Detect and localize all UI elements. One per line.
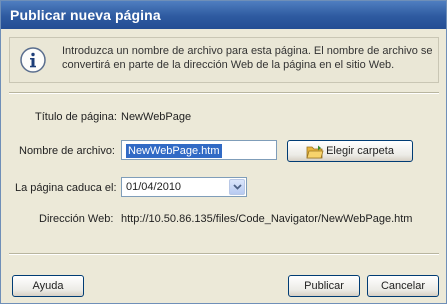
filename-label: Nombre de archivo: bbox=[19, 145, 115, 157]
expires-date-select[interactable]: 01/04/2010 bbox=[121, 177, 247, 197]
publish-label: Publicar bbox=[304, 280, 344, 292]
expires-label: La página caduca el: bbox=[15, 182, 117, 194]
web-address-value: http://10.50.86.135/files/Code_Navigator… bbox=[121, 213, 413, 225]
folder-icon bbox=[306, 145, 324, 158]
publish-button[interactable]: Publicar bbox=[288, 275, 360, 297]
choose-folder-label: Elegir carpeta bbox=[326, 145, 394, 157]
chevron-down-icon bbox=[232, 184, 242, 190]
cancel-button[interactable]: Cancelar bbox=[367, 275, 439, 297]
info-panel: Introduzca un nombre de archivo para est… bbox=[9, 37, 439, 83]
choose-folder-button[interactable]: Elegir carpeta bbox=[287, 140, 413, 162]
separator-top bbox=[9, 92, 439, 94]
title-bar[interactable]: Publicar nueva página bbox=[1, 1, 446, 29]
page-title-label: Título de página: bbox=[35, 111, 117, 123]
dropdown-arrow-button[interactable] bbox=[229, 179, 245, 195]
separator-bottom bbox=[9, 253, 439, 255]
cancel-label: Cancelar bbox=[380, 280, 426, 292]
filename-value: NewWebPage.htm bbox=[126, 144, 222, 158]
filename-input[interactable]: NewWebPage.htm bbox=[121, 140, 277, 160]
help-button[interactable]: Ayuda bbox=[12, 275, 84, 297]
publish-dialog: Publicar nueva página Introduzca un nomb… bbox=[0, 0, 447, 304]
info-text: Introduzca un nombre de archivo para est… bbox=[62, 45, 433, 71]
page-title-value: NewWebPage bbox=[121, 111, 192, 123]
dialog-title: Publicar nueva página bbox=[10, 7, 161, 23]
web-address-label: Dirección Web: bbox=[39, 213, 114, 225]
help-label: Ayuda bbox=[32, 280, 64, 292]
info-icon bbox=[20, 47, 46, 73]
expires-date-value: 01/04/2010 bbox=[126, 181, 182, 193]
